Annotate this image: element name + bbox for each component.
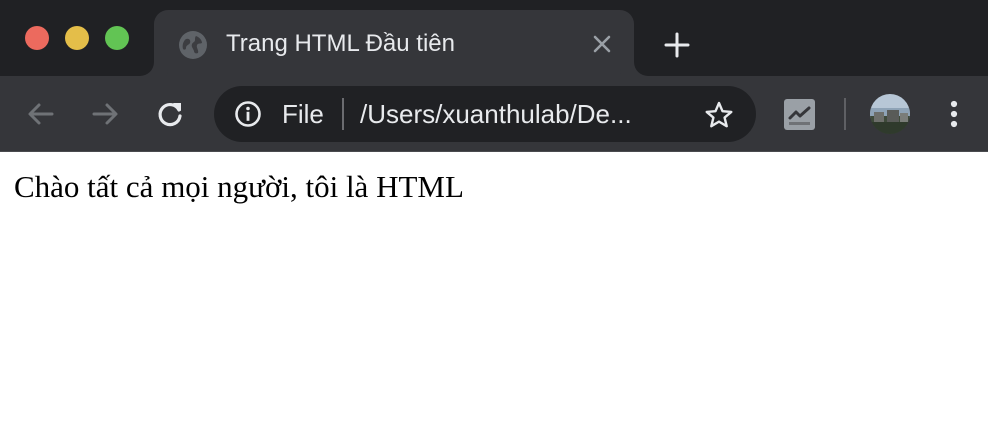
info-icon[interactable] — [234, 100, 262, 128]
address-separator — [342, 98, 344, 130]
new-tab-plus-icon[interactable] — [662, 30, 692, 60]
star-icon[interactable] — [704, 100, 734, 130]
avatar-photo — [870, 94, 910, 134]
avatar[interactable] — [870, 94, 910, 134]
reload-icon[interactable] — [154, 98, 186, 130]
browser-toolbar: File /Users/xuanthulab/De... — [0, 76, 988, 151]
vertical-dots-icon[interactable] — [938, 98, 970, 130]
url-text[interactable]: /Users/xuanthulab/De... — [360, 99, 632, 129]
page-viewport: Chào tất cả mọi người, tôi là HTML — [0, 152, 988, 431]
globe-icon — [179, 31, 207, 59]
window-close-button[interactable] — [25, 26, 49, 50]
chart-check-icon[interactable] — [783, 98, 816, 131]
toolbar-separator — [844, 98, 846, 130]
tab-strip: Trang HTML Đầu tiên — [0, 0, 988, 76]
arrow-left-icon[interactable] — [25, 98, 57, 130]
address-bar[interactable]: File /Users/xuanthulab/De... — [214, 86, 756, 142]
scheme-label: File — [282, 99, 324, 129]
window-minimize-button[interactable] — [65, 26, 89, 50]
window-zoom-button[interactable] — [105, 26, 129, 50]
page-body-text: Chào tất cả mọi người, tôi là HTML — [14, 169, 464, 204]
arrow-right-icon[interactable] — [89, 98, 121, 130]
close-icon[interactable] — [590, 32, 614, 56]
tab-title: Trang HTML Đầu tiên — [226, 30, 455, 57]
browser-tab[interactable]: Trang HTML Đầu tiên — [154, 10, 634, 76]
